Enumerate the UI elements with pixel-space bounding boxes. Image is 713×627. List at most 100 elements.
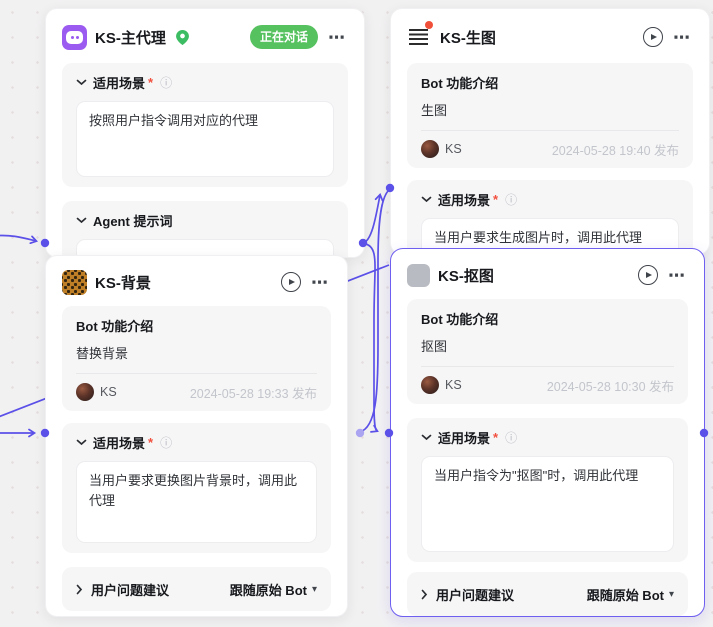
author-name: KS	[445, 142, 462, 156]
prompt-section-toggle[interactable]: Agent 提示词	[76, 211, 334, 230]
scenario-section-toggle[interactable]: 适用场景 * ⓘ	[421, 428, 674, 447]
edge-into-main-agent	[0, 235, 36, 241]
bot-intro-value: 抠图	[421, 336, 674, 355]
scenario-textarea[interactable]: 按照用户指令调用对应的代理	[76, 101, 334, 177]
play-button[interactable]	[281, 272, 301, 292]
info-icon: ⓘ	[160, 74, 172, 91]
card-header: KS-生图 ⋯	[407, 23, 693, 51]
bot-intro-section: Bot 功能介绍 替换背景 KS 2024-05-28 19:33 发布	[62, 306, 331, 411]
more-menu-button[interactable]: ⋯	[666, 267, 688, 284]
required-mark: *	[148, 75, 153, 90]
chevron-right-icon	[421, 589, 428, 600]
suggestion-dropdown[interactable]: 跟随原始 Bot ▾	[587, 585, 674, 604]
play-icon	[289, 279, 295, 285]
card-title: KS-背景	[95, 272, 151, 293]
location-pin-icon	[176, 30, 189, 45]
scenario-section-toggle[interactable]: 适用场景 * ⓘ	[421, 190, 679, 209]
publish-time: 2024-05-28 10:30 发布	[547, 376, 674, 395]
suggestion-label: 用户问题建议	[91, 580, 169, 599]
info-icon: ⓘ	[505, 429, 517, 446]
chevron-down-icon	[76, 79, 87, 86]
publish-time: 2024-05-28 19:33 发布	[190, 383, 317, 402]
divider	[421, 130, 679, 131]
chevron-down-icon	[421, 434, 432, 441]
background-avatar-icon	[62, 270, 87, 295]
author-name: KS	[100, 385, 117, 399]
play-button[interactable]	[638, 265, 658, 285]
cutout-avatar-icon	[407, 264, 430, 287]
divider	[76, 373, 317, 374]
bot-intro-value: 生图	[421, 100, 679, 119]
play-button[interactable]	[643, 27, 663, 47]
card-title: KS-主代理	[95, 27, 166, 48]
scenario-section: 适用场景 * ⓘ 当用户要求生成图片时，调用此代理	[407, 180, 693, 255]
more-menu-button[interactable]: ⋯	[309, 274, 331, 291]
card-header: KS-抠图 ⋯	[407, 261, 688, 289]
scenario-textarea[interactable]: 当用户指令为"抠图"时，调用此代理	[421, 456, 674, 552]
bot-intro-label: Bot 功能介绍	[76, 316, 317, 335]
chevron-down-icon	[76, 439, 87, 446]
author-name: KS	[445, 378, 462, 392]
suggestion-toggle[interactable]: 用户问题建议	[76, 580, 169, 599]
info-icon: ⓘ	[505, 191, 517, 208]
prompt-label: Agent 提示词	[93, 211, 172, 230]
author-avatar	[421, 376, 439, 394]
chevron-right-icon	[76, 584, 83, 595]
author-avatar	[421, 140, 439, 158]
required-mark: *	[148, 435, 153, 450]
suggestion-value: 跟随原始 Bot	[230, 580, 307, 599]
more-menu-button[interactable]: ⋯	[671, 29, 693, 46]
scenario-section-toggle[interactable]: 适用场景 * ⓘ	[76, 73, 334, 92]
publish-time: 2024-05-28 19:40 发布	[552, 140, 679, 159]
required-mark: *	[493, 192, 498, 207]
scenario-label: 适用场景	[438, 428, 490, 447]
card-header: KS-背景 ⋯	[62, 268, 331, 296]
edge-main-to-genimage	[363, 195, 380, 243]
chevron-down-icon	[421, 196, 432, 203]
scenario-textarea[interactable]: 当用户要求更换图片背景时，调用此代理	[76, 461, 317, 543]
status-badge[interactable]: 正在对话	[250, 25, 318, 49]
card-title: KS-抠图	[438, 265, 494, 286]
scenario-section-toggle[interactable]: 适用场景 * ⓘ	[76, 433, 317, 452]
bot-intro-label: Bot 功能介绍	[421, 73, 679, 92]
bot-intro-section: Bot 功能介绍 抠图 KS 2024-05-28 10:30 发布	[407, 299, 688, 404]
caret-down-icon: ▾	[312, 584, 317, 595]
suggestion-bar: 用户问题建议 跟随原始 Bot ▾	[407, 572, 688, 616]
suggestion-toggle[interactable]: 用户问题建议	[421, 585, 514, 604]
more-menu-button[interactable]: ⋯	[326, 29, 348, 46]
scenario-label: 适用场景	[438, 190, 490, 209]
card-header: KS-主代理 正在对话 ⋯	[62, 23, 348, 51]
divider	[421, 366, 674, 367]
edge-main-to-cutout	[363, 243, 377, 431]
agent-card-background[interactable]: KS-背景 ⋯ Bot 功能介绍 替换背景 KS 2024-05-28 19:3…	[45, 255, 348, 617]
agent-card-gen-image[interactable]: KS-生图 ⋯ Bot 功能介绍 生图 KS 2024-05-28 19:40 …	[390, 8, 710, 255]
play-icon	[646, 272, 652, 278]
bot-intro-section: Bot 功能介绍 生图 KS 2024-05-28 19:40 发布	[407, 63, 693, 168]
scenario-section: 适用场景 * ⓘ 按照用户指令调用对应的代理	[62, 63, 348, 187]
gen-image-avatar-icon	[407, 25, 432, 50]
card-title: KS-生图	[440, 27, 496, 48]
robot-avatar-icon	[62, 25, 87, 50]
scenario-label: 适用场景	[93, 433, 145, 452]
scenario-label: 适用场景	[93, 73, 145, 92]
publish-meta: KS 2024-05-28 19:40 发布	[421, 140, 679, 158]
agent-card-main-agent[interactable]: KS-主代理 正在对话 ⋯ 适用场景 * ⓘ 按照用户指令调用对应的代理 Age…	[45, 8, 365, 258]
scenario-section: 适用场景 * ⓘ 当用户要求更换图片背景时，调用此代理	[62, 423, 331, 553]
chevron-down-icon	[76, 217, 87, 224]
agent-card-cutout[interactable]: KS-抠图 ⋯ Bot 功能介绍 抠图 KS 2024-05-28 10:30 …	[390, 248, 705, 617]
required-mark: *	[493, 430, 498, 445]
suggestion-value: 跟随原始 Bot	[587, 585, 664, 604]
port-dot-faded[interactable]	[356, 429, 364, 437]
scenario-section: 适用场景 * ⓘ 当用户指令为"抠图"时，调用此代理	[407, 418, 688, 562]
publish-meta: KS 2024-05-28 10:30 发布	[421, 376, 674, 394]
suggestion-label: 用户问题建议	[436, 585, 514, 604]
publish-meta: KS 2024-05-28 19:33 发布	[76, 383, 317, 401]
author-avatar	[76, 383, 94, 401]
bot-intro-label: Bot 功能介绍	[421, 309, 674, 328]
caret-down-icon: ▾	[669, 589, 674, 600]
play-icon	[651, 34, 657, 40]
suggestion-bar: 用户问题建议 跟随原始 Bot ▾	[62, 567, 331, 611]
info-icon: ⓘ	[160, 434, 172, 451]
suggestion-dropdown[interactable]: 跟随原始 Bot ▾	[230, 580, 317, 599]
prompt-section: Agent 提示词	[62, 201, 348, 258]
